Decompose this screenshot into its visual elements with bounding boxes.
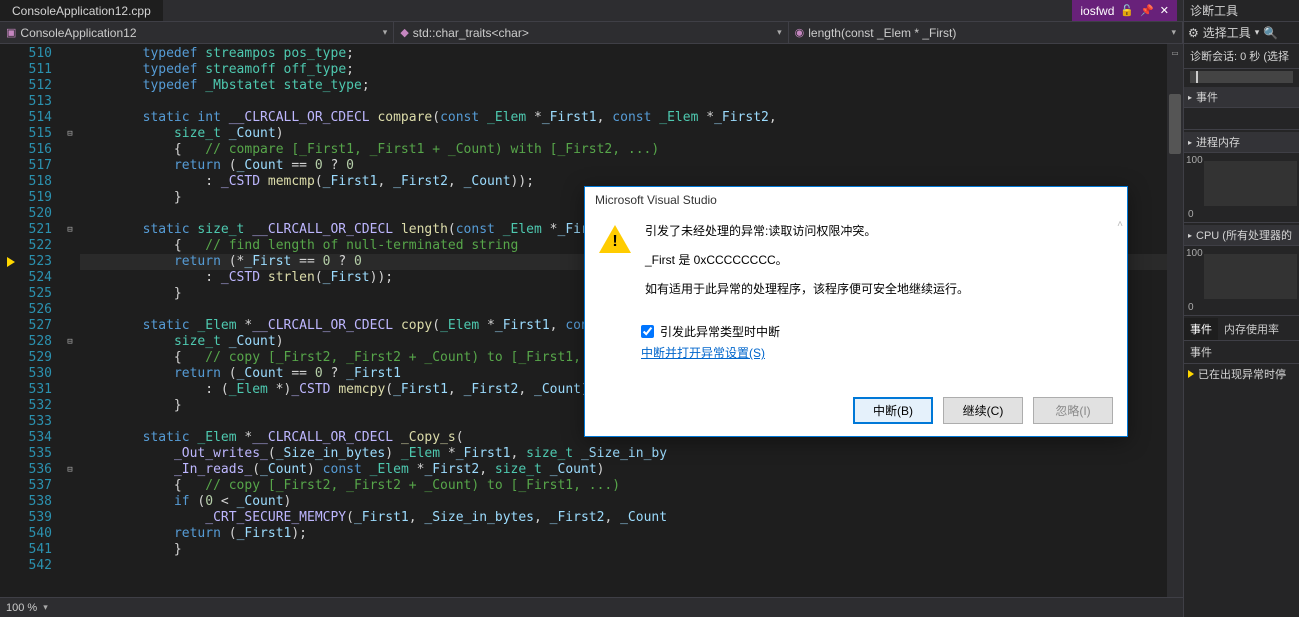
section-memory[interactable]: ▸ 进程内存 (1184, 132, 1299, 153)
diagnostics-panel: 诊断工具 ⚙ 选择工具 ▾ 🔍 诊断会话: 0 秒 (选择 ▸ 事件 ▸ 进程内… (1183, 0, 1299, 617)
gear-icon[interactable]: ⚙ (1188, 26, 1199, 40)
section-cpu-label: CPU (所有处理器的 (1196, 227, 1292, 243)
continue-button[interactable]: 继续(C) (943, 397, 1023, 424)
collapse-icon: ▸ (1188, 138, 1192, 147)
event-row[interactable]: 已在出现异常时停 (1184, 364, 1299, 384)
ignore-button[interactable]: 忽略(I) (1033, 397, 1113, 424)
breadcrumb-symbol[interactable]: ◉ length(const _Elem * _First) ▾ (789, 22, 1183, 43)
diagnostics-title: 诊断工具 (1184, 0, 1299, 22)
break-on-exception-checkbox[interactable]: 引发此异常类型时中断 (641, 323, 1113, 340)
document-tab-bar: ConsoleApplication12.cpp iosfwd 🔓 📌 ✕ (0, 0, 1183, 22)
dialog-title: Microsoft Visual Studio (585, 187, 1127, 213)
section-events[interactable]: ▸ 事件 (1184, 87, 1299, 108)
collapse-icon: ▸ (1188, 231, 1192, 240)
chevron-down-icon[interactable]: ▾ (43, 602, 48, 613)
break-button[interactable]: 中断(B) (853, 397, 933, 424)
scrollbar-thumb[interactable] (1169, 94, 1181, 154)
chevron-down-icon[interactable]: ▾ (383, 27, 388, 38)
section-memory-label: 进程内存 (1196, 134, 1240, 150)
tab-active[interactable]: ConsoleApplication12.cpp (0, 0, 163, 21)
break-checkbox-input[interactable] (641, 325, 654, 338)
diag-tab-events[interactable]: 事件 (1184, 318, 1218, 340)
split-icon[interactable]: ▭ (1169, 46, 1181, 58)
mem-max: 100 (1186, 155, 1203, 166)
section-cpu[interactable]: ▸ CPU (所有处理器的 (1184, 225, 1299, 246)
tab-pinned[interactable]: iosfwd 🔓 📌 ✕ (1072, 0, 1177, 21)
collapse-icon: ▸ (1188, 93, 1192, 102)
scroll-up-icon[interactable]: ˄ (1117, 219, 1123, 230)
pin-icon[interactable]: 📌 (1140, 4, 1154, 17)
fold-margin[interactable]: ⊟⊟⊟⊟ (60, 44, 80, 597)
chevron-down-icon[interactable]: ▾ (1255, 27, 1260, 38)
mem-min: 0 (1188, 209, 1194, 220)
memory-chart[interactable]: 100 0 (1184, 153, 1299, 223)
diagnostic-session-label: 诊断会话: 0 秒 (选择 (1184, 44, 1299, 69)
warning-icon: ! (599, 223, 631, 255)
open-exception-settings-link[interactable]: 中断并打开异常设置(S) (641, 346, 765, 360)
exception-dialog: Microsoft Visual Studio ! 引发了未经处理的异常:读取访… (584, 186, 1128, 437)
diagnostics-toolbar: ⚙ 选择工具 ▾ 🔍 (1184, 22, 1299, 44)
dialog-message: 引发了未经处理的异常:读取访问权限冲突。 _First 是 0xCCCCCCCC… (645, 223, 969, 309)
tool-select-label[interactable]: 选择工具 (1203, 24, 1251, 41)
events-chart[interactable] (1184, 108, 1299, 130)
breadcrumb-symbol-label: length(const _Elem * _First) (808, 26, 956, 40)
breadcrumb: ▣ ConsoleApplication12 ▾ ◆ std::char_tra… (0, 22, 1183, 44)
break-checkbox-label: 引发此异常类型时中断 (660, 323, 780, 340)
breadcrumb-scope[interactable]: ◆ std::char_traits<char> ▾ (394, 22, 788, 43)
cpu-max: 100 (1186, 248, 1203, 259)
section-events-label: 事件 (1196, 89, 1218, 105)
close-icon[interactable]: ✕ (1160, 4, 1169, 17)
line-number-gutter: 5105115125135145155165175185195205215225… (0, 44, 60, 597)
chevron-down-icon[interactable]: ▾ (777, 27, 782, 38)
breadcrumb-project-label: ConsoleApplication12 (20, 26, 136, 40)
unlock-icon[interactable]: 🔓 (1120, 4, 1134, 17)
editor-status-bar: 100 % ▾ (0, 597, 1183, 617)
event-list: 事件 已在出现异常时停 (1184, 341, 1299, 617)
dialog-line2: _First 是 0xCCCCCCCC。 (645, 252, 969, 269)
struct-icon: ◆ (400, 26, 408, 39)
method-icon: ◉ (795, 26, 805, 39)
current-event-icon (1188, 370, 1194, 378)
chevron-down-icon[interactable]: ▾ (1171, 27, 1176, 38)
zoom-in-icon[interactable]: 🔍 (1263, 26, 1278, 40)
tab-pinned-label: iosfwd (1080, 4, 1114, 18)
project-icon: ▣ (6, 26, 16, 39)
breadcrumb-scope-label: std::char_traits<char> (413, 26, 529, 40)
vertical-scrollbar[interactable]: ▭ (1167, 44, 1183, 597)
diag-tabs: 事件 内存使用率 (1184, 318, 1299, 341)
zoom-level[interactable]: 100 % (6, 602, 37, 614)
event-column-header[interactable]: 事件 (1184, 341, 1299, 364)
cpu-chart[interactable]: 100 0 (1184, 246, 1299, 316)
cpu-min: 0 (1188, 302, 1194, 313)
event-text: 已在出现异常时停 (1198, 366, 1286, 382)
current-statement-icon (7, 257, 15, 267)
timeline-ruler[interactable] (1190, 71, 1293, 83)
dialog-line3: 如有适用于此异常的处理程序，该程序便可安全地继续运行。 (645, 281, 969, 298)
diag-tab-memusage[interactable]: 内存使用率 (1218, 318, 1285, 340)
dialog-line1: 引发了未经处理的异常:读取访问权限冲突。 (645, 223, 969, 240)
breadcrumb-project[interactable]: ▣ ConsoleApplication12 ▾ (0, 22, 394, 43)
